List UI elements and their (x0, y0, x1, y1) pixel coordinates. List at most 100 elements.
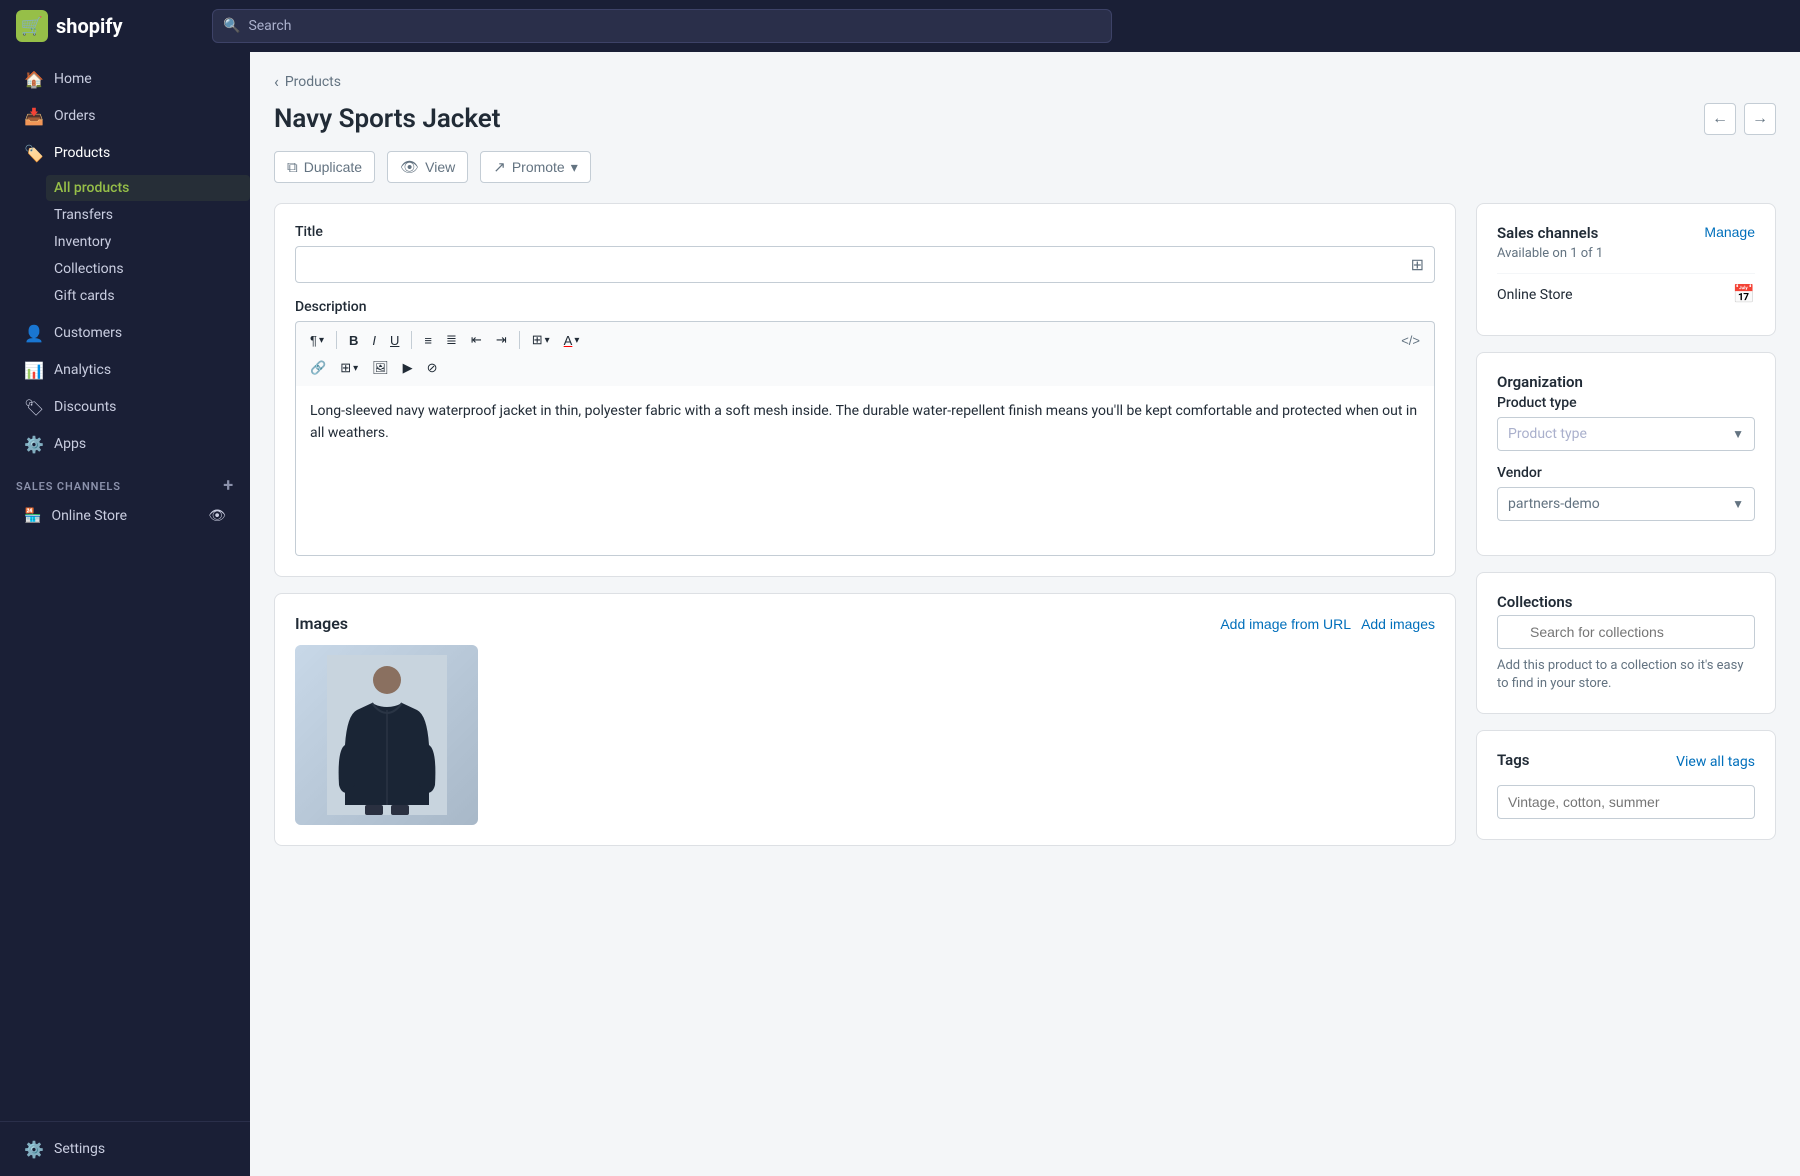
vendor-select[interactable]: partners-demo ▼ (1497, 487, 1755, 521)
duplicate-button[interactable]: ⧉ Duplicate (274, 151, 375, 183)
select-arrow-icon: ▼ (1732, 427, 1744, 441)
add-image-url-button[interactable]: Add image from URL (1220, 616, 1351, 632)
sidebar-item-products[interactable]: 🏷️ Products (8, 135, 242, 171)
content-grid: Title Navy Sports Jacket ⊞ Description ¶… (274, 203, 1776, 862)
sidebar-item-orders[interactable]: 📥 Orders (8, 98, 242, 134)
add-sales-channel-button[interactable]: + (223, 477, 234, 495)
search-icon: 🔍 (223, 18, 240, 34)
description-editor[interactable]: Long-sleeved navy waterproof jacket in t… (295, 386, 1435, 556)
next-product-button[interactable]: → (1744, 103, 1776, 135)
sidebar-label-orders: Orders (54, 108, 96, 124)
page-nav-buttons: ← → (1704, 103, 1776, 135)
jacket-svg (327, 655, 447, 815)
breadcrumb[interactable]: ‹ Products (274, 72, 1776, 91)
font-color-button[interactable]: A ▾ (558, 329, 586, 352)
left-column: Title Navy Sports Jacket ⊞ Description ¶… (274, 203, 1456, 862)
promote-dropdown-icon: ▾ (571, 159, 578, 176)
promote-button[interactable]: ↗ Promote ▾ (480, 151, 591, 183)
sidebar-item-customers[interactable]: 👤 Customers (8, 315, 242, 351)
image-insert-button[interactable]: 🖼 (366, 356, 395, 380)
images-header: Images Add image from URL Add images (295, 614, 1435, 633)
subnav-inventory[interactable]: Inventory (46, 229, 250, 255)
bold-button[interactable]: B (343, 329, 364, 352)
subnav-gift-cards[interactable]: Gift cards (46, 283, 250, 309)
subnav-all-products[interactable]: All products (46, 175, 250, 201)
title-input-wrapper[interactable]: Navy Sports Jacket ⊞ (295, 246, 1435, 283)
vendor-label: Vendor (1497, 465, 1755, 481)
vendor-value: partners-demo (1508, 496, 1600, 512)
breadcrumb-label: Products (285, 74, 341, 90)
paragraph-button[interactable]: ¶ ▾ (304, 329, 330, 352)
channel-left: 🏪 Online Store (24, 508, 127, 524)
main-content: ‹ Products Navy Sports Jacket ← → ⧉ Dupl… (250, 52, 1800, 1176)
home-icon: 🏠 (24, 69, 44, 89)
bullet-list-button[interactable]: ≡ (418, 329, 438, 352)
indent-increase-button[interactable]: ⇥ (490, 328, 513, 352)
toolbar-divider-3 (519, 331, 520, 349)
title-field-group: Title Navy Sports Jacket ⊞ (295, 224, 1435, 283)
online-store-channel-name: Online Store (1497, 287, 1573, 303)
logo[interactable]: 🛒 shopify (16, 10, 196, 42)
breadcrumb-arrow-icon: ‹ (274, 72, 279, 91)
sidebar-item-analytics[interactable]: 📊 Analytics (8, 352, 242, 388)
source-code-button[interactable]: </> (1395, 329, 1426, 352)
sidebar-channel-online-store[interactable]: 🏪 Online Store 👁 (8, 500, 242, 532)
table-button[interactable]: ⊞ ▾ (334, 356, 364, 380)
video-insert-button[interactable]: ▶ (397, 356, 419, 380)
channel-label: Online Store (51, 508, 127, 524)
block-button[interactable]: ⊘ (421, 356, 444, 380)
toolbar-divider-1 (336, 331, 337, 349)
sidebar-item-discounts[interactable]: 🏷 Discounts (8, 389, 242, 425)
tags-input[interactable] (1497, 785, 1755, 819)
discounts-icon: 🏷 (24, 397, 44, 417)
search-bar[interactable]: 🔍 Search (212, 9, 1112, 43)
toolbar-divider-2 (411, 331, 412, 349)
sidebar-item-apps[interactable]: ⚙️ Apps (8, 426, 242, 462)
product-image-1[interactable] (295, 645, 478, 825)
sidebar-label-products: Products (54, 145, 110, 161)
italic-button[interactable]: I (366, 329, 382, 352)
sidebar-label-discounts: Discounts (54, 399, 116, 415)
view-all-tags-link[interactable]: View all tags (1676, 754, 1755, 770)
action-bar: ⧉ Duplicate 👁 View ↗ Promote ▾ (274, 151, 1776, 183)
indent-decrease-button[interactable]: ⇤ (465, 328, 488, 352)
ordered-list-button[interactable]: ≣ (440, 328, 463, 352)
product-type-select[interactable]: Product type ▼ (1497, 417, 1755, 451)
orders-icon: 📥 (24, 106, 44, 126)
sidebar-label-home: Home (54, 71, 92, 87)
images-title: Images (295, 614, 348, 633)
collections-hint: Add this product to a collection so it's… (1497, 657, 1755, 693)
sales-channels-label: SALES CHANNELS (16, 480, 121, 493)
subnav-collections[interactable]: Collections (46, 256, 250, 282)
analytics-icon: 📊 (24, 360, 44, 380)
sidebar-item-home[interactable]: 🏠 Home (8, 61, 242, 97)
sidebar-item-settings[interactable]: ⚙️ Settings (8, 1131, 242, 1167)
description-text: Long-sleeved navy waterproof jacket in t… (310, 403, 1417, 441)
customers-icon: 👤 (24, 323, 44, 343)
duplicate-label: Duplicate (304, 159, 362, 175)
calendar-icon[interactable]: 📅 (1733, 284, 1755, 305)
editor-toolbar: ¶ ▾ B I U ≡ ≣ ⇤ ⇥ ⊞ ▾ (295, 321, 1435, 386)
add-images-button[interactable]: Add images (1361, 616, 1435, 632)
page-title: Navy Sports Jacket (274, 104, 501, 134)
subnav-transfers[interactable]: Transfers (46, 202, 250, 228)
title-input[interactable]: Navy Sports Jacket (306, 257, 1411, 273)
shopify-logo-icon: 🛒 (16, 10, 48, 42)
product-type-placeholder: Product type (1508, 426, 1587, 442)
online-store-channel: Online Store 📅 (1497, 273, 1755, 315)
align-button[interactable]: ⊞ ▾ (526, 328, 556, 352)
settings-icon: ⚙️ (24, 1139, 44, 1159)
view-button[interactable]: 👁 View (387, 151, 468, 183)
sales-channels-subtitle: Available on 1 of 1 (1497, 246, 1603, 261)
link-button[interactable]: 🔗 (304, 356, 332, 380)
manage-button[interactable]: Manage (1704, 224, 1755, 240)
search-placeholder: Search (248, 18, 291, 34)
underline-button[interactable]: U (384, 329, 405, 352)
collections-search-wrapper: 🔍 (1497, 615, 1755, 649)
product-details-card: Title Navy Sports Jacket ⊞ Description ¶… (274, 203, 1456, 577)
products-subnav: All products Transfers Inventory Collect… (0, 172, 250, 314)
sales-channel-header: Sales channels Available on 1 of 1 Manag… (1497, 224, 1755, 273)
prev-product-button[interactable]: ← (1704, 103, 1736, 135)
products-icon: 🏷️ (24, 143, 44, 163)
collections-search-input[interactable] (1497, 615, 1755, 649)
